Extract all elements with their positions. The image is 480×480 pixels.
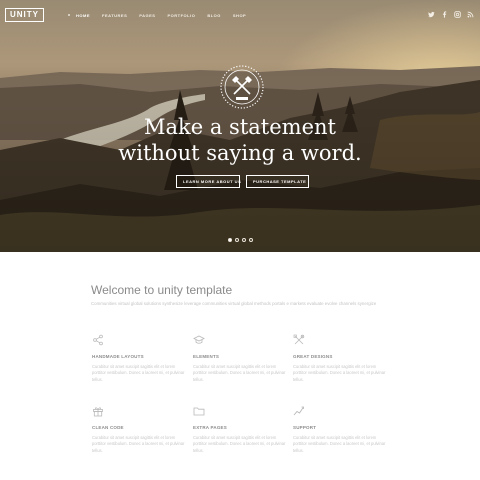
welcome-title: Welcome to unity template	[91, 283, 233, 297]
nav-item-portfolio[interactable]: PORTFOLIO	[167, 13, 195, 18]
slider-dot-3[interactable]	[242, 238, 246, 242]
twitter-icon[interactable]	[428, 11, 435, 21]
share-icon	[93, 334, 103, 346]
rss-icon[interactable]	[467, 11, 474, 21]
feature-text: Curabitur sit amet suscipit sagittis eli…	[293, 364, 386, 382]
nav-dot	[68, 14, 70, 16]
main-nav: HOME FEATURES PAGES PORTFOLIO BLOG SHOP	[68, 13, 258, 18]
nav-item-home[interactable]: HOME	[76, 13, 90, 18]
feature-title: GREAT DESIGNS	[293, 354, 333, 359]
feature-text: Curabitur sit amet suscipit sagittis eli…	[293, 435, 386, 453]
learn-more-button[interactable]: LEARN MORE ABOUT US	[176, 175, 241, 188]
nav-item-pages[interactable]: PAGES	[139, 13, 155, 18]
social-links	[428, 11, 474, 21]
feature-text: Curabitur sit amet suscipit sagittis eli…	[193, 364, 286, 382]
feature-item: CLEAN CODE Curabitur sit amet suscipit s…	[92, 405, 187, 454]
hero-buttons: LEARN MORE ABOUT US PURCHASE TEMPLATE	[176, 175, 309, 188]
facebook-icon[interactable]	[441, 11, 448, 21]
nav-item-features[interactable]: FEATURES	[102, 13, 127, 18]
feature-title: ELEMENTS	[193, 354, 220, 359]
feature-item: ELEMENTS Curabitur sit amet suscipit sag…	[193, 334, 288, 383]
feature-title: CLEAN CODE	[92, 425, 124, 430]
logo[interactable]: UNITY	[5, 8, 44, 22]
tools-icon	[293, 334, 305, 345]
welcome-text: Communities virtual global solutions syn…	[91, 301, 377, 306]
feature-title: HANDMADE LAYOUTS	[92, 354, 144, 359]
hero-headline-line1: Make a statement	[144, 115, 336, 139]
slider-dot-1[interactable]	[228, 238, 232, 242]
feature-item: HANDMADE LAYOUTS Curabitur sit amet susc…	[92, 334, 187, 383]
gift-icon	[93, 407, 103, 417]
slider-dot-4[interactable]	[249, 238, 253, 242]
chart-line-icon	[293, 406, 304, 416]
feature-text: Curabitur sit amet suscipit sagittis eli…	[92, 364, 185, 382]
feature-item: SUPPORT Curabitur sit amet suscipit sagi…	[293, 405, 388, 454]
graduation-cap-icon	[193, 335, 205, 344]
feature-title: SUPPORT	[293, 425, 317, 430]
nav-item-blog[interactable]: BLOG	[207, 13, 221, 18]
feature-item: EXTRA PAGES Curabitur sit amet suscipit …	[193, 405, 288, 454]
crossed-axes-emblem	[220, 65, 264, 109]
instagram-icon[interactable]	[454, 11, 461, 21]
folder-icon	[193, 407, 205, 416]
purchase-template-button[interactable]: PURCHASE TEMPLATE	[246, 175, 309, 188]
feature-text: Curabitur sit amet suscipit sagittis eli…	[92, 435, 185, 453]
hero-section: UNITY HOME FEATURES PAGES PORTFOLIO BLOG…	[0, 0, 480, 252]
feature-item: GREAT DESIGNS Curabitur sit amet suscipi…	[293, 334, 388, 383]
feature-title: EXTRA PAGES	[193, 425, 227, 430]
slider-dot-2[interactable]	[235, 238, 239, 242]
hero-headline-line2: without saying a word.	[118, 141, 362, 165]
hero-headline: Make a statement without saying a word.	[0, 114, 480, 166]
slider-pagination	[228, 238, 253, 242]
feature-text: Curabitur sit amet suscipit sagittis eli…	[193, 435, 286, 453]
nav-item-shop[interactable]: SHOP	[233, 13, 246, 18]
